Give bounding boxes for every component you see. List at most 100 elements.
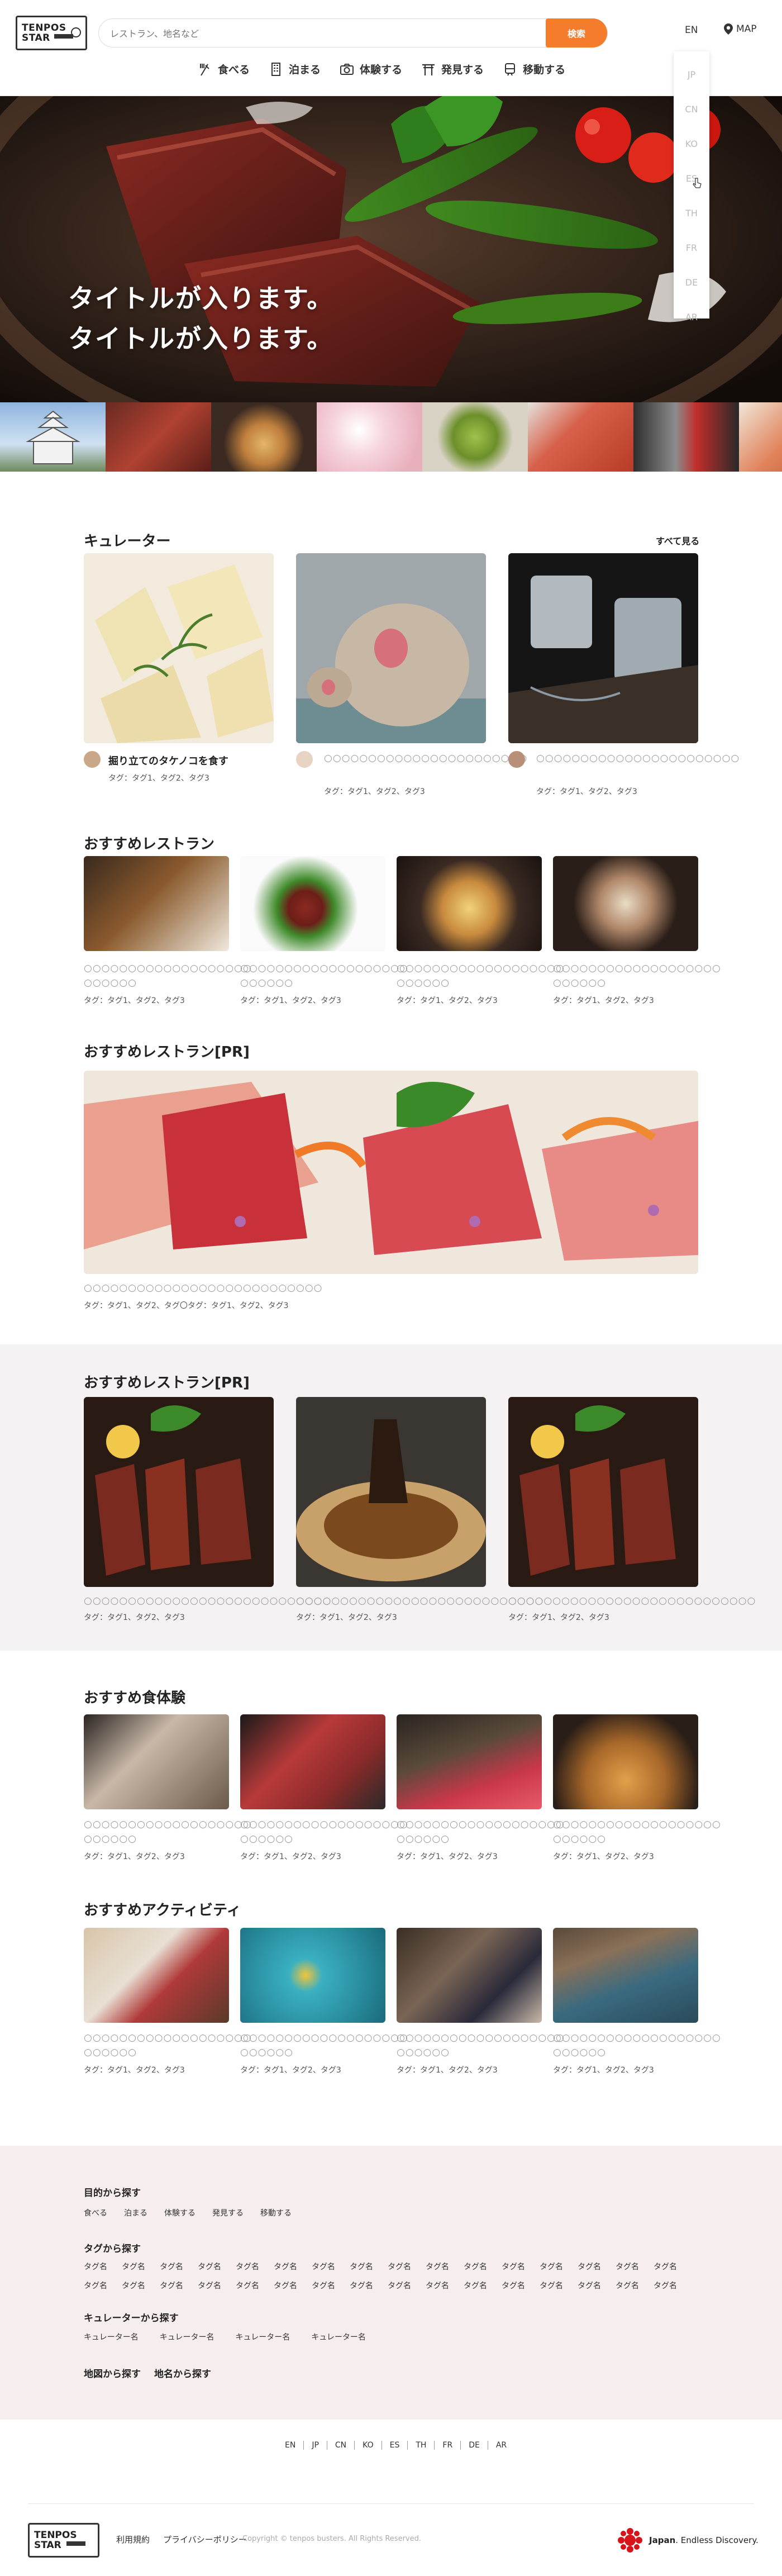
footer-tag-link[interactable]: タグ名 — [198, 2261, 221, 2272]
activity-card-title[interactable]: ○○○○○○○○○○○○○○○○○○○ ○○○○○○ — [553, 2031, 721, 2060]
experience-card-title[interactable]: ○○○○○○○○○○○○○○○○○○○ ○○○○○○ — [553, 1817, 721, 1846]
curator-card-title[interactable]: 掘り立てのタケノコを食す — [108, 753, 228, 768]
activity-card-image[interactable] — [553, 1928, 698, 2023]
nav-eat[interactable]: 食べる — [198, 61, 250, 77]
nav-move[interactable]: 移動する — [503, 61, 565, 77]
curator-avatar[interactable] — [508, 751, 525, 768]
map-link[interactable]: MAP — [724, 23, 757, 35]
footer-link[interactable]: キュレーター名 — [160, 2331, 214, 2342]
activity-card-image[interactable] — [240, 1928, 385, 2023]
experience-card-title[interactable]: ○○○○○○○○○○○○○○○○○○○ ○○○○○○ — [240, 1817, 408, 1846]
experience-card-image[interactable] — [84, 1714, 229, 1809]
footer-lang[interactable]: ES — [381, 2441, 408, 2450]
curator-avatar[interactable] — [84, 751, 101, 768]
footer-lang[interactable]: DE — [460, 2441, 488, 2450]
footer-tag-link[interactable]: タグ名 — [198, 2280, 221, 2291]
footer-tag-link[interactable]: タグ名 — [540, 2280, 563, 2291]
lang-option[interactable]: TH — [674, 196, 709, 230]
curator-card-title[interactable]: ○○○○○○○○○○○○○○○○○○○○○○○ — [324, 751, 527, 766]
footer-tag-link[interactable]: タグ名 — [464, 2261, 487, 2272]
search-input[interactable] — [110, 27, 501, 40]
footer-tag-link[interactable]: タグ名 — [350, 2280, 373, 2291]
strip-ramen[interactable] — [211, 402, 317, 472]
footer-lang[interactable]: JP — [303, 2441, 327, 2450]
footer-tag-link[interactable]: タグ名 — [236, 2261, 259, 2272]
footer-tag-link[interactable]: タグ名 — [84, 2261, 107, 2272]
footer-lang[interactable]: FR — [434, 2441, 460, 2450]
footer-link[interactable]: 移動する — [260, 2207, 292, 2218]
lang-option[interactable]: CN — [674, 92, 709, 126]
footer-place-search[interactable]: 地名から探す — [154, 2366, 211, 2380]
restaurant-card-image[interactable] — [397, 856, 542, 951]
search-button[interactable]: 検索 — [546, 18, 607, 47]
footer-tag-link[interactable]: タグ名 — [312, 2261, 335, 2272]
curator-card-image[interactable] — [508, 553, 698, 743]
footer-lang[interactable]: CN — [326, 2441, 354, 2450]
strip-castle[interactable] — [0, 402, 106, 472]
restaurant-card-title[interactable]: ○○○○○○○○○○○○○○○○○○○ ○○○○○○ — [240, 961, 408, 990]
restaurant-card-image[interactable] — [84, 856, 229, 951]
footer-tag-link[interactable]: タグ名 — [122, 2280, 145, 2291]
footer-tag-link[interactable]: タグ名 — [388, 2261, 411, 2272]
footer-link[interactable]: 食べる — [84, 2207, 107, 2218]
footer-tag-link[interactable]: タグ名 — [578, 2261, 601, 2272]
pr-card-title[interactable]: ○○○○○○○○○○○○○○○○○○○○○○○○○○○○ — [296, 1594, 543, 1608]
experience-card-image[interactable] — [240, 1714, 385, 1809]
footer-tag-link[interactable]: タグ名 — [350, 2261, 373, 2272]
lang-option[interactable]: DE — [674, 265, 709, 300]
footer-tag-link[interactable]: タグ名 — [236, 2280, 259, 2291]
activity-card-title[interactable]: ○○○○○○○○○○○○○○○○○○○ ○○○○○○ — [240, 2031, 408, 2060]
experience-card-image[interactable] — [553, 1714, 698, 1809]
footer-tag-link[interactable]: タグ名 — [502, 2280, 525, 2291]
lang-option[interactable]: FR — [674, 230, 709, 265]
site-logo[interactable]: TENPOS STAR — [16, 16, 87, 50]
hero-banner[interactable]: タイトルが入ります。 タイトルが入ります。 — [0, 96, 782, 402]
footer-tag-link[interactable]: タグ名 — [160, 2261, 183, 2272]
privacy-link[interactable]: プライバシーポリシー — [163, 2534, 247, 2545]
footer-lang[interactable]: KO — [354, 2441, 381, 2450]
footer-lang[interactable]: AR — [487, 2441, 514, 2450]
strip-armor[interactable] — [633, 402, 739, 472]
footer-lang[interactable]: EN — [277, 2441, 303, 2450]
footer-tag-link[interactable]: タグ名 — [654, 2261, 677, 2272]
pr-card-title[interactable]: ○○○○○○○○○○○○○○○○○○○○○○○○○○○○ — [84, 1594, 331, 1608]
footer-link[interactable]: キュレーター名 — [311, 2331, 366, 2342]
strip-sakura[interactable] — [317, 402, 422, 472]
footer-link[interactable]: 体験する — [164, 2207, 196, 2218]
footer-map-search[interactable]: 地図から探す — [84, 2366, 141, 2380]
footer-tag-link[interactable]: タグ名 — [654, 2280, 677, 2291]
curator-card-image[interactable] — [296, 553, 486, 743]
restaurant-card-image[interactable] — [240, 856, 385, 951]
footer-lang[interactable]: TH — [407, 2441, 434, 2450]
strip-crab[interactable] — [528, 402, 633, 472]
footer-tag-link[interactable]: タグ名 — [578, 2280, 601, 2291]
japan-brand[interactable]: Japan. Endless Discovery. — [616, 2526, 759, 2555]
pr-banner-image[interactable] — [84, 1071, 698, 1274]
activity-card-title[interactable]: ○○○○○○○○○○○○○○○○○○○ ○○○○○○ — [84, 2031, 251, 2060]
pr-card-title[interactable]: ○○○○○○○○○○○○○○○○○○○○○○○○○○○○ — [508, 1594, 755, 1608]
footer-tag-link[interactable]: タグ名 — [464, 2280, 487, 2291]
terms-link[interactable]: 利用規約 — [116, 2534, 150, 2545]
nav-discover[interactable]: 発見する — [421, 61, 484, 77]
strip-matcha[interactable] — [422, 402, 528, 472]
language-selector[interactable]: EN — [685, 25, 698, 36]
restaurant-card-image[interactable] — [553, 856, 698, 951]
restaurant-card-title[interactable]: ○○○○○○○○○○○○○○○○○○○ ○○○○○○ — [553, 961, 721, 990]
activity-card-image[interactable] — [397, 1928, 542, 2023]
footer-tag-link[interactable]: タグ名 — [502, 2261, 525, 2272]
experience-card-title[interactable]: ○○○○○○○○○○○○○○○○○○○ ○○○○○○ — [84, 1817, 251, 1846]
nav-stay[interactable]: 泊まる — [269, 61, 321, 77]
footer-tag-link[interactable]: タグ名 — [84, 2280, 107, 2291]
restaurant-card-title[interactable]: ○○○○○○○○○○○○○○○○○○○ ○○○○○○ — [84, 961, 251, 990]
strip-sushi[interactable] — [739, 402, 782, 472]
pr-card-image[interactable] — [508, 1397, 698, 1587]
footer-tag-link[interactable]: タグ名 — [122, 2261, 145, 2272]
footer-link[interactable]: キュレーター名 — [235, 2331, 290, 2342]
activity-card-image[interactable] — [84, 1928, 229, 2023]
curator-card-image[interactable] — [84, 553, 274, 743]
footer-tag-link[interactable]: タグ名 — [616, 2261, 639, 2272]
footer-tag-link[interactable]: タグ名 — [274, 2261, 297, 2272]
footer-tag-link[interactable]: タグ名 — [616, 2280, 639, 2291]
lang-option[interactable]: AR — [674, 300, 709, 334]
footer-logo[interactable]: TENPOS STAR — [28, 2523, 99, 2558]
